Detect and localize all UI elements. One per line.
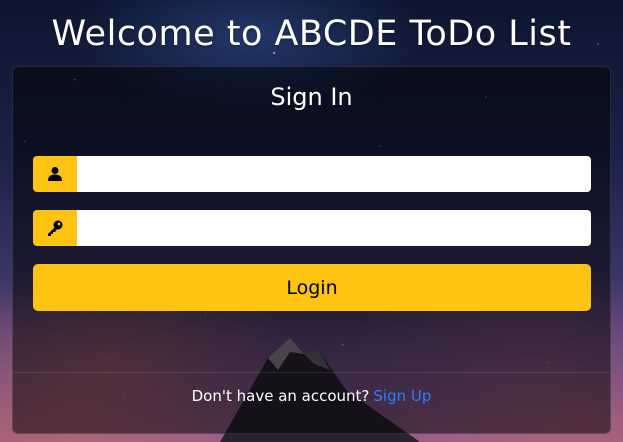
signup-link[interactable]: Sign Up	[373, 387, 431, 405]
signup-prompt-text: Don't have an account?	[191, 387, 370, 405]
signup-prompt: Don't have an account? Sign Up	[13, 385, 610, 407]
signin-heading: Sign In	[270, 83, 353, 111]
password-group	[33, 210, 591, 246]
page-title: Welcome to ABCDE ToDo List	[51, 14, 572, 54]
card-footer-divider	[13, 372, 610, 373]
signin-card: Sign In Login Don't have an account? Sign…	[12, 66, 611, 434]
username-group	[33, 156, 591, 192]
key-icon	[33, 210, 77, 246]
username-input[interactable]	[77, 156, 591, 192]
user-icon	[33, 156, 77, 192]
password-input[interactable]	[77, 210, 591, 246]
login-button[interactable]: Login	[33, 264, 591, 311]
